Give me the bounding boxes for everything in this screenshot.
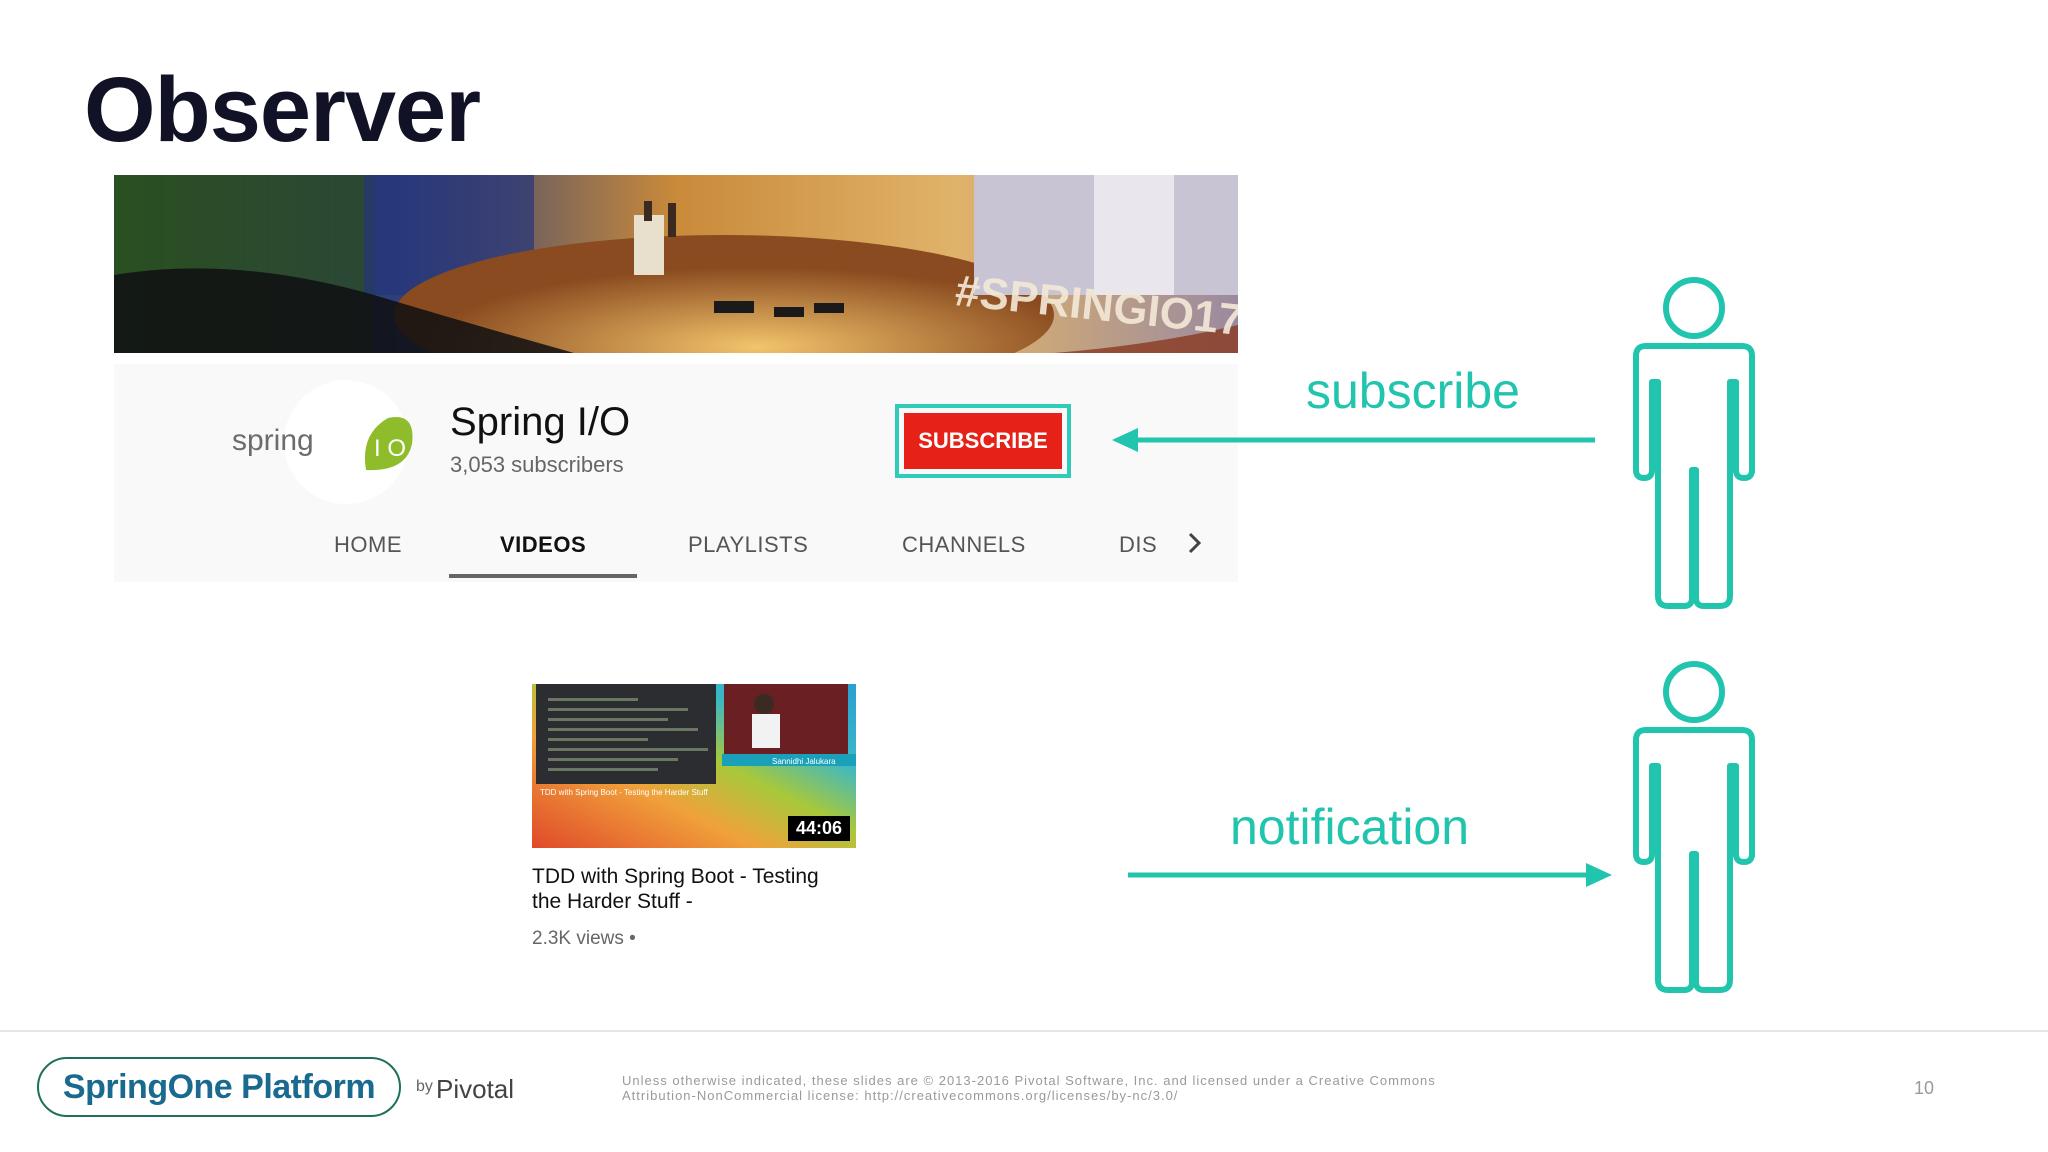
- by-text: by: [416, 1078, 433, 1095]
- legal-notice: Unless otherwise indicated, these slides…: [622, 1073, 1436, 1103]
- legal-line-1: Unless otherwise indicated, these slides…: [622, 1073, 1436, 1088]
- notification-arrow: [1128, 863, 1612, 887]
- page-number: 10: [1914, 1078, 1935, 1098]
- springone-platform-logo: SpringOne Platform: [37, 1057, 401, 1117]
- subscriber-person-icon: [1633, 277, 1755, 609]
- subscribe-arrow: [1112, 428, 1595, 452]
- pivotal-logo: Pivotal: [436, 1074, 515, 1104]
- legal-line-2: Attribution-NonCommercial license: http:…: [622, 1088, 1179, 1103]
- logo-text: SpringOne Platform: [62, 1067, 376, 1106]
- observer-person-icon: [1633, 661, 1755, 993]
- footer-divider: [0, 1030, 2048, 1032]
